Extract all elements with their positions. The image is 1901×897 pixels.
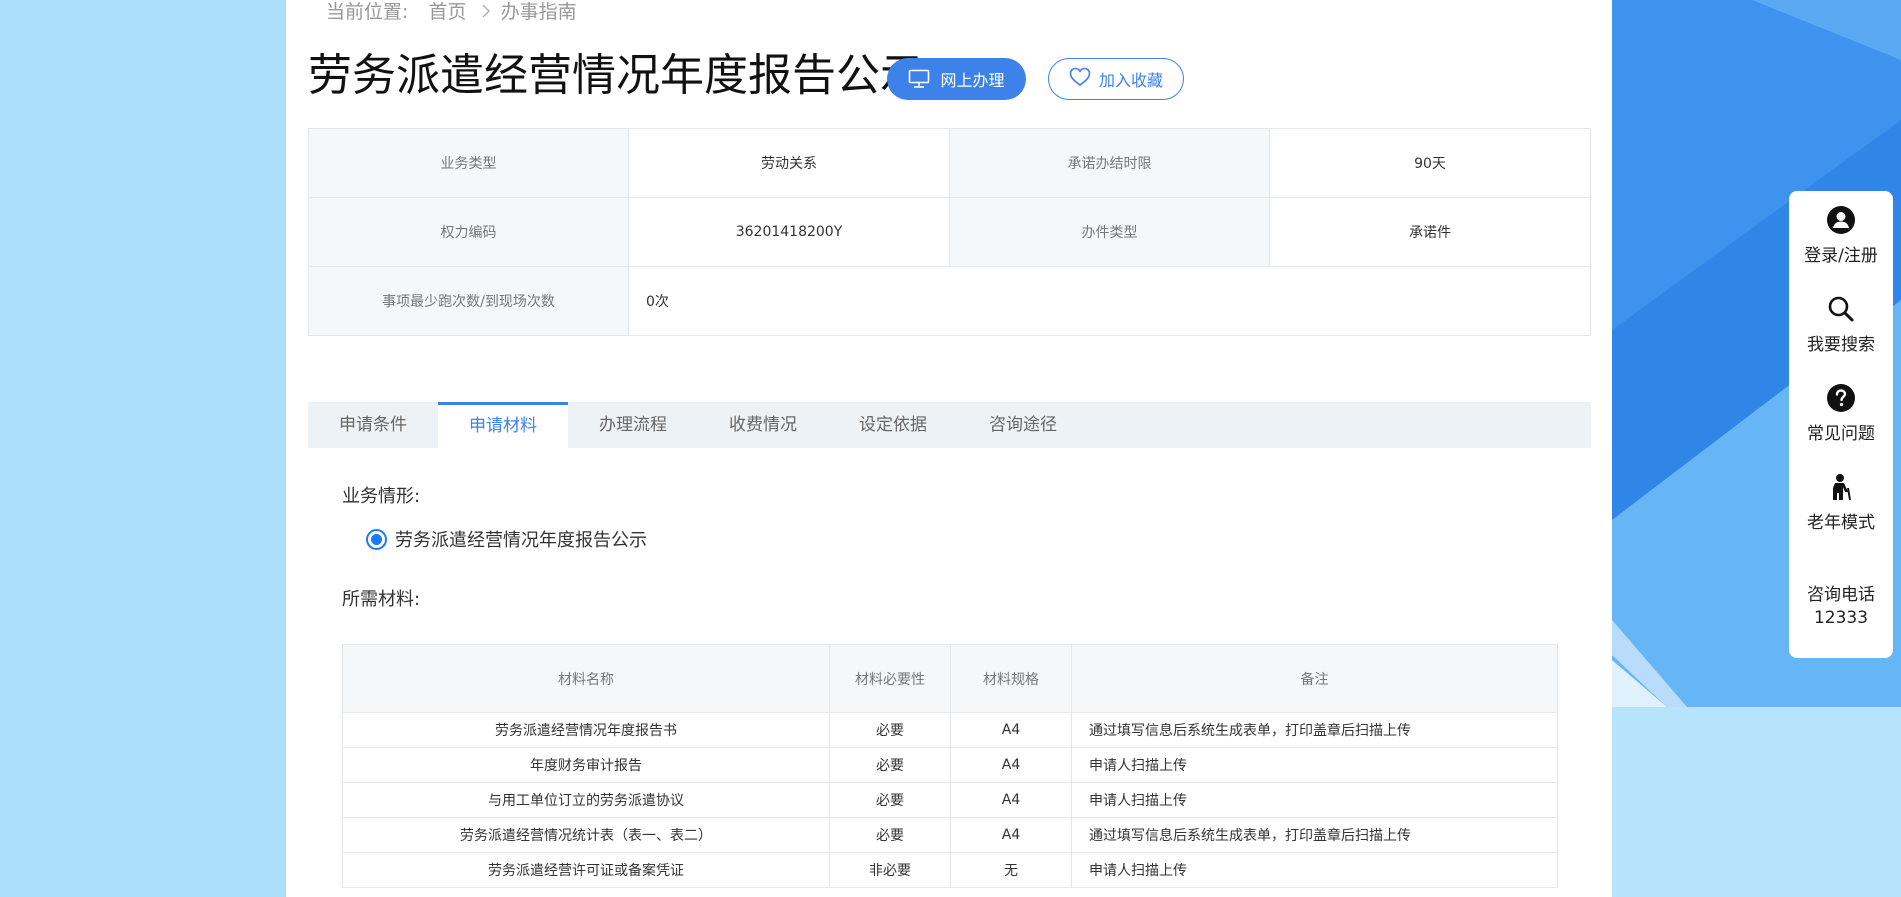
table-row: 年度财务审计报告 必要 A4 申请人扫描上传: [342, 747, 1558, 783]
heart-icon: [1069, 67, 1091, 91]
material-spec: A4: [950, 782, 1072, 818]
power-code-value: 36201418200Y: [628, 197, 950, 267]
table-row: 劳务派遣经营许可证或备案凭证 非必要 无 申请人扫描上传: [342, 852, 1558, 888]
material-name: 与用工单位订立的劳务派遣协议: [342, 782, 830, 818]
elder-mode-button[interactable]: 老年模式: [1789, 472, 1893, 534]
material-necessity: 必要: [829, 817, 951, 853]
material-note: 通过填写信息后系统生成表单，打印盖章后扫描上传: [1071, 712, 1558, 748]
scenario-label: 业务情形:: [342, 486, 421, 507]
add-favorite-label: 加入收藏: [1098, 71, 1163, 90]
deadline-label: 承诺办结时限: [949, 128, 1270, 198]
material-necessity: 必要: [829, 747, 951, 783]
login-register-label: 登录/注册: [1804, 246, 1878, 266]
material-spec: A4: [950, 712, 1072, 748]
table-row: 劳务派遣经营情况年度报告书 必要 A4 通过填写信息后系统生成表单，打印盖章后扫…: [342, 712, 1558, 748]
material-necessity: 必要: [829, 712, 951, 748]
online-apply-label: 网上办理: [940, 71, 1005, 90]
tab-materials[interactable]: 申请材料: [438, 402, 568, 448]
tab-consult[interactable]: 咨询途径: [958, 402, 1088, 448]
material-spec: 无: [950, 852, 1072, 888]
online-apply-button[interactable]: 网上办理: [887, 58, 1026, 100]
phone-number: 12333: [1813, 608, 1869, 628]
tab-fees[interactable]: 收费情况: [698, 402, 828, 448]
table-row: 劳务派遣经营情况统计表（表一、表二） 必要 A4 通过填写信息后系统生成表单，打…: [342, 817, 1558, 853]
materials-table: 材料名称 材料必要性 材料规格 备注 劳务派遣经营情况年度报告书 必要 A4 通…: [342, 644, 1558, 888]
case-type-label: 办件类型: [949, 197, 1270, 267]
elder-icon: [1789, 472, 1893, 502]
column-header: 材料名称: [342, 644, 830, 713]
search-button[interactable]: 我要搜索: [1789, 294, 1893, 356]
material-note: 通过填写信息后系统生成表单，打印盖章后扫描上传: [1071, 817, 1558, 853]
deadline-value: 90天: [1269, 128, 1591, 198]
breadcrumb: 当前位置: 首页 办事指南: [326, 0, 577, 25]
column-header: 备注: [1071, 644, 1558, 713]
breadcrumb-current: 办事指南: [500, 1, 577, 23]
tab-conditions[interactable]: 申请条件: [308, 402, 438, 448]
business-type-label: 业务类型: [308, 128, 629, 198]
column-header: 材料规格: [950, 644, 1072, 713]
tab-bar: 申请条件 申请材料 办理流程 收费情况 设定依据 咨询途径: [308, 402, 1591, 448]
column-header: 材料必要性: [829, 644, 951, 713]
visits-label: 事项最少跑次数/到现场次数: [308, 266, 629, 336]
add-favorite-button[interactable]: 加入收藏: [1048, 58, 1184, 100]
scenario-option-label: 劳务派遣经营情况年度报告公示: [395, 530, 647, 551]
scenario-option[interactable]: 劳务派遣经营情况年度报告公示: [366, 526, 647, 552]
radio-selected[interactable]: [366, 528, 387, 550]
table-row: 与用工单位订立的劳务派遣协议 必要 A4 申请人扫描上传: [342, 782, 1558, 818]
material-spec: A4: [950, 747, 1072, 783]
breadcrumb-prefix: 当前位置:: [326, 1, 409, 23]
monitor-icon: [908, 69, 930, 89]
business-type-value: 劳动关系: [628, 128, 950, 198]
breadcrumb-home-link[interactable]: 首页: [428, 0, 466, 24]
material-necessity: 非必要: [829, 852, 951, 888]
material-name: 劳务派遣经营情况统计表（表一、表二）: [342, 817, 830, 853]
chevron-right-icon: [481, 1, 491, 25]
login-register-button[interactable]: 登录/注册: [1789, 205, 1893, 267]
background-lower: [1612, 707, 1901, 897]
consult-phone: 咨询电话 12333: [1789, 584, 1893, 630]
material-note: 申请人扫描上传: [1071, 852, 1558, 888]
elder-mode-label: 老年模式: [1807, 513, 1875, 533]
material-note: 申请人扫描上传: [1071, 782, 1558, 818]
material-name: 劳务派遣经营许可证或备案凭证: [342, 852, 830, 888]
faq-label: 常见问题: [1807, 424, 1875, 444]
side-panel: 登录/注册 我要搜索 常见问题 老年模式 咨询电话 12333: [1789, 191, 1893, 658]
phone-label: 咨询电话: [1807, 585, 1875, 605]
case-type-value: 承诺件: [1269, 197, 1591, 267]
material-name: 劳务派遣经营情况年度报告书: [342, 712, 830, 748]
visits-value: 0次: [628, 266, 1591, 336]
tab-process[interactable]: 办理流程: [568, 402, 698, 448]
power-code-label: 权力编码: [308, 197, 629, 267]
material-name: 年度财务审计报告: [342, 747, 830, 783]
material-note: 申请人扫描上传: [1071, 747, 1558, 783]
materials-label: 所需材料:: [342, 589, 421, 610]
faq-button[interactable]: 常见问题: [1789, 383, 1893, 445]
material-spec: A4: [950, 817, 1072, 853]
user-icon: [1789, 205, 1893, 235]
search-label: 我要搜索: [1807, 335, 1875, 355]
service-info-table: 业务类型 劳动关系 承诺办结时限 90天 权力编码 36201418200Y 办…: [308, 128, 1591, 336]
search-icon: [1789, 294, 1893, 324]
material-necessity: 必要: [829, 782, 951, 818]
question-icon: [1789, 383, 1893, 413]
tab-basis[interactable]: 设定依据: [828, 402, 958, 448]
page-title: 劳务派遣经营情况年度报告公示: [308, 50, 924, 101]
main-content: 当前位置: 首页 办事指南 劳务派遣经营情况年度报告公示 网上办理 加入收藏 业…: [286, 0, 1612, 897]
